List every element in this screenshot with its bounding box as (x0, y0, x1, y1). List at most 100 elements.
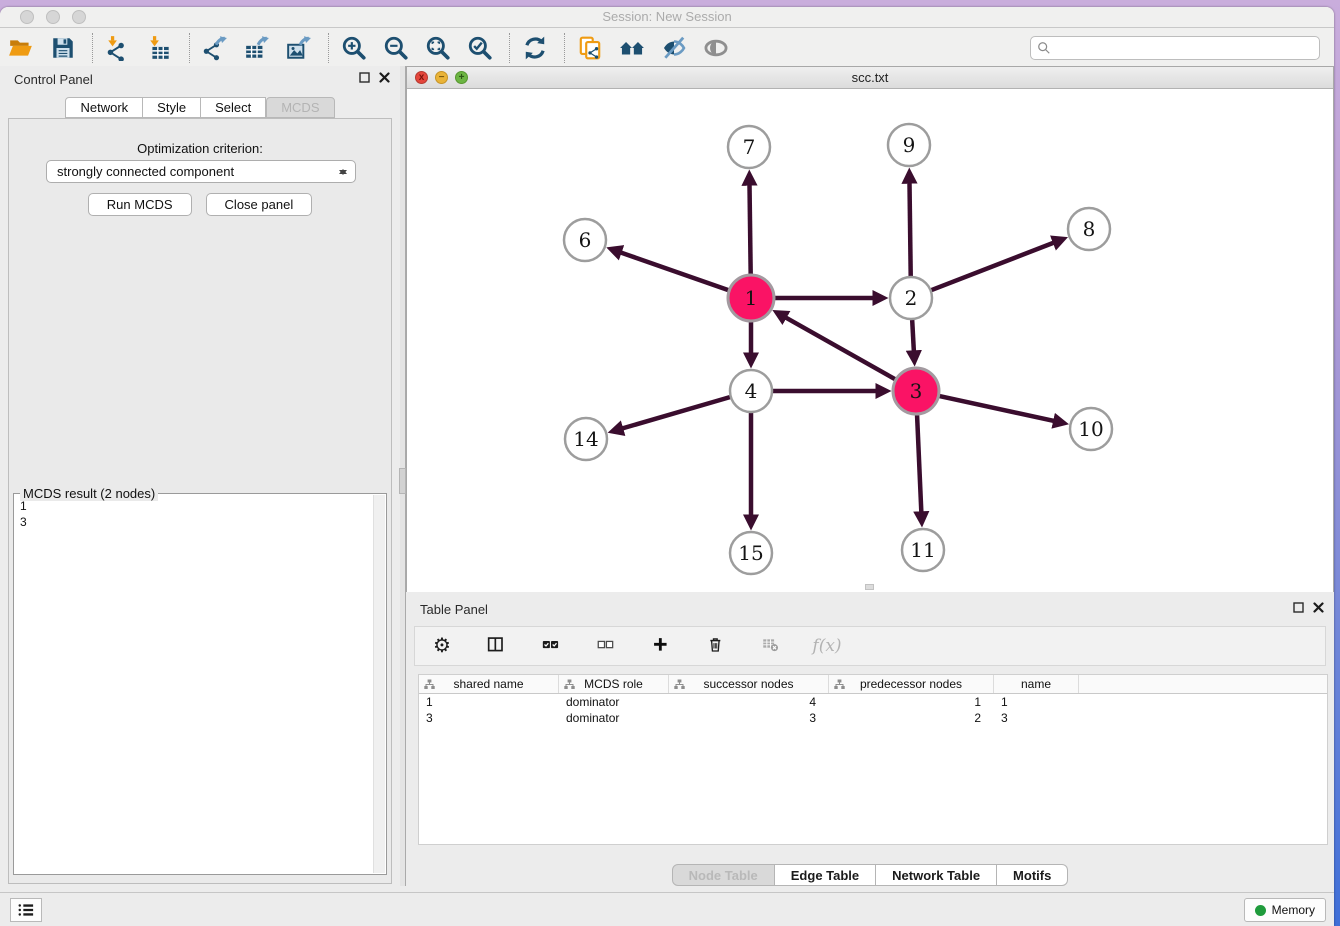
status-bar: Memory (0, 892, 1334, 926)
zoom-in-icon[interactable] (339, 33, 369, 63)
graph-edge-2-8[interactable] (932, 239, 1062, 290)
network-window-titlebar: x − + scc.txt (407, 67, 1333, 89)
table-row[interactable]: 1dominator411 (419, 694, 1327, 710)
delete-table-icon[interactable] (759, 633, 785, 659)
show-hide-details-icon[interactable] (701, 33, 731, 63)
control-panel-tabs: NetworkStyleSelectMCDS (0, 97, 400, 118)
table-settings-icon[interactable]: ⚙ (429, 633, 455, 659)
graph-edge-1-6[interactable] (612, 250, 728, 291)
first-neighbors-icon[interactable] (617, 33, 647, 63)
tab-network-table[interactable]: Network Table (876, 864, 997, 886)
float-table-panel-icon[interactable] (1293, 602, 1304, 613)
tab-node-table[interactable]: Node Table (672, 864, 775, 886)
fx-icon: f(x) (812, 636, 841, 656)
export-table-icon[interactable] (242, 33, 272, 63)
control-panel-header: Control Panel (0, 66, 400, 92)
graph-node-label-2: 2 (905, 286, 918, 310)
column-header-predecessor-nodes[interactable]: predecessor nodes (829, 675, 994, 693)
import-network-icon[interactable] (103, 33, 133, 63)
import-table-icon[interactable] (145, 33, 175, 63)
export-network-icon[interactable] (200, 33, 230, 63)
graph-node-label-11: 11 (910, 538, 935, 562)
tab-style[interactable]: Style (143, 97, 201, 118)
float-panel-icon[interactable] (359, 72, 370, 83)
graph-node-label-6: 6 (579, 228, 592, 252)
graph-node-label-8: 8 (1083, 217, 1096, 241)
optimization-criterion-label: Optimization criterion: (9, 141, 391, 156)
graph-edge-3-1[interactable] (778, 313, 895, 379)
refresh-view-icon[interactable] (520, 33, 550, 63)
table-panel: Table Panel ⚙ f(x) shared nameMCDS rolesu… (406, 596, 1334, 886)
graph-edge-2-9[interactable] (909, 174, 910, 276)
optimization-criterion-value: strongly connected component (57, 164, 234, 179)
hierarchy-icon (424, 679, 435, 690)
column-header-name[interactable]: name (994, 675, 1079, 693)
toolbar-separator (189, 33, 190, 63)
deselect-all-icon[interactable] (594, 633, 620, 659)
tab-select[interactable]: Select (201, 97, 266, 118)
graph-node-label-9: 9 (903, 133, 916, 157)
tab-network[interactable]: Network (65, 97, 143, 118)
column-visibility-icon[interactable] (484, 633, 510, 659)
task-history-button[interactable] (10, 898, 42, 922)
zoom-fit-icon[interactable] (423, 33, 453, 63)
graph-edge-1-7[interactable] (749, 176, 750, 274)
add-row-icon[interactable] (649, 633, 675, 659)
graph-node-label-10: 10 (1078, 417, 1103, 441)
network-view-window: x − + scc.txt 7968124314101511 (406, 66, 1334, 592)
graph-edge-4-14[interactable] (614, 397, 730, 431)
graph-node-label-1: 1 (745, 286, 758, 310)
table-panel-header: Table Panel (406, 596, 1334, 622)
column-header-MCDS-role[interactable]: MCDS role (559, 675, 669, 693)
table-row[interactable]: 3dominator323 (419, 710, 1327, 726)
memory-status-icon (1255, 905, 1266, 916)
graphics-details-icon[interactable] (659, 33, 689, 63)
search-box[interactable] (1030, 36, 1320, 60)
table-cell: 2 (829, 710, 994, 726)
save-session-icon[interactable] (48, 33, 78, 63)
hierarchy-icon (834, 679, 845, 690)
graph-edge-3-10[interactable] (939, 396, 1062, 423)
graph-edge-2-3[interactable] (912, 320, 914, 360)
result-scrollbar[interactable] (373, 495, 385, 873)
mcds-panel: Optimization criterion: strongly connect… (8, 118, 392, 884)
select-all-icon[interactable] (539, 633, 565, 659)
zoom-selected-icon[interactable] (465, 33, 495, 63)
run-mcds-button[interactable]: Run MCDS (88, 193, 192, 216)
column-header-successor-nodes[interactable]: successor nodes (669, 675, 829, 693)
window-title: Session: New Session (0, 9, 1334, 24)
tab-edge-table[interactable]: Edge Table (775, 864, 876, 886)
network-canvas[interactable]: 7968124314101511 (407, 89, 1333, 592)
split-divider-handle[interactable] (399, 468, 406, 494)
memory-label: Memory (1272, 903, 1315, 917)
optimization-criterion-select[interactable]: strongly connected component (46, 160, 356, 183)
delete-row-icon[interactable] (704, 633, 730, 659)
mcds-result-box: MCDS result (2 nodes) 13 (13, 493, 387, 875)
canvas-splitter-handle[interactable] (865, 584, 874, 590)
open-session-icon[interactable] (6, 33, 36, 63)
column-header-shared-name[interactable]: shared name (419, 675, 559, 693)
close-table-panel-icon[interactable] (1313, 602, 1324, 613)
table-cell: 1 (829, 694, 994, 710)
export-image-icon[interactable] (284, 33, 314, 63)
zoom-out-icon[interactable] (381, 33, 411, 63)
table-cell: dominator (559, 694, 669, 710)
close-panel-button[interactable]: Close panel (206, 193, 313, 216)
search-input[interactable] (1051, 38, 1319, 58)
close-panel-icon[interactable] (379, 72, 390, 83)
hierarchy-icon (674, 679, 685, 690)
mcds-result-node: 3 (20, 514, 372, 530)
graph-node-label-4: 4 (745, 379, 758, 403)
tab-motifs[interactable]: Motifs (997, 864, 1068, 886)
main-toolbar (0, 28, 1334, 69)
toolbar-separator (509, 33, 510, 63)
graph-edge-3-11[interactable] (917, 415, 922, 521)
task-list-icon (17, 902, 35, 918)
tab-mcds[interactable]: MCDS (266, 97, 334, 118)
memory-button[interactable]: Memory (1244, 898, 1326, 922)
graph-node-label-15: 15 (738, 541, 763, 565)
function-builder-icon[interactable]: f(x) (814, 633, 840, 659)
control-panel-title: Control Panel (14, 72, 93, 87)
toolbar-separator (328, 33, 329, 63)
new-network-from-selection-icon[interactable] (575, 33, 605, 63)
